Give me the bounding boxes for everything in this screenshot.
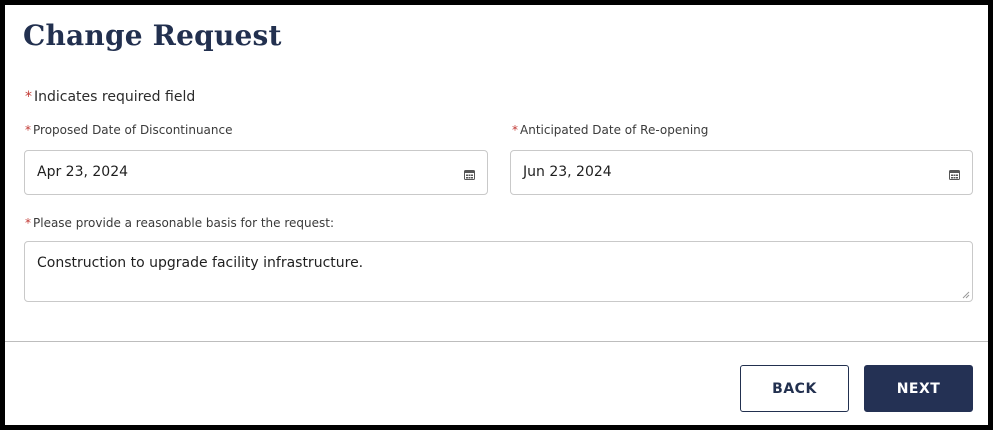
discontinuance-date-input[interactable]: Apr 23, 2024 xyxy=(24,150,488,195)
reopening-label: * Anticipated Date of Re-opening xyxy=(512,123,708,137)
discontinuance-date-value: Apr 23, 2024 xyxy=(37,164,129,180)
basis-textarea-value: Construction to upgrade facility infrast… xyxy=(37,255,364,271)
next-button[interactable]: NEXT xyxy=(864,365,973,412)
required-asterisk: * xyxy=(25,89,32,105)
reopening-date-input[interactable]: Jun 23, 2024 xyxy=(510,150,973,195)
calendar-icon[interactable] xyxy=(464,169,475,180)
required-asterisk: * xyxy=(25,123,31,137)
basis-label-text: Please provide a reasonable basis for th… xyxy=(33,216,335,230)
resize-grip-icon[interactable] xyxy=(962,291,970,299)
reopening-label-text: Anticipated Date of Re-opening xyxy=(520,123,709,137)
required-asterisk: * xyxy=(25,216,31,230)
basis-textarea[interactable]: Construction to upgrade facility infrast… xyxy=(24,241,973,302)
reopening-date-value: Jun 23, 2024 xyxy=(523,164,612,180)
calendar-icon[interactable] xyxy=(949,169,960,180)
required-field-note: * Indicates required field xyxy=(25,89,195,105)
footer-divider xyxy=(5,341,988,342)
required-asterisk: * xyxy=(512,123,518,137)
discontinuance-label-text: Proposed Date of Discontinuance xyxy=(33,123,233,137)
discontinuance-label: * Proposed Date of Discontinuance xyxy=(25,123,233,137)
page-title: Change Request xyxy=(23,19,282,52)
back-button[interactable]: BACK xyxy=(740,365,849,412)
change-request-form: Change Request * Indicates required field… xyxy=(5,5,988,425)
basis-label: * Please provide a reasonable basis for t… xyxy=(25,216,334,230)
required-note-text: Indicates required field xyxy=(34,89,196,105)
